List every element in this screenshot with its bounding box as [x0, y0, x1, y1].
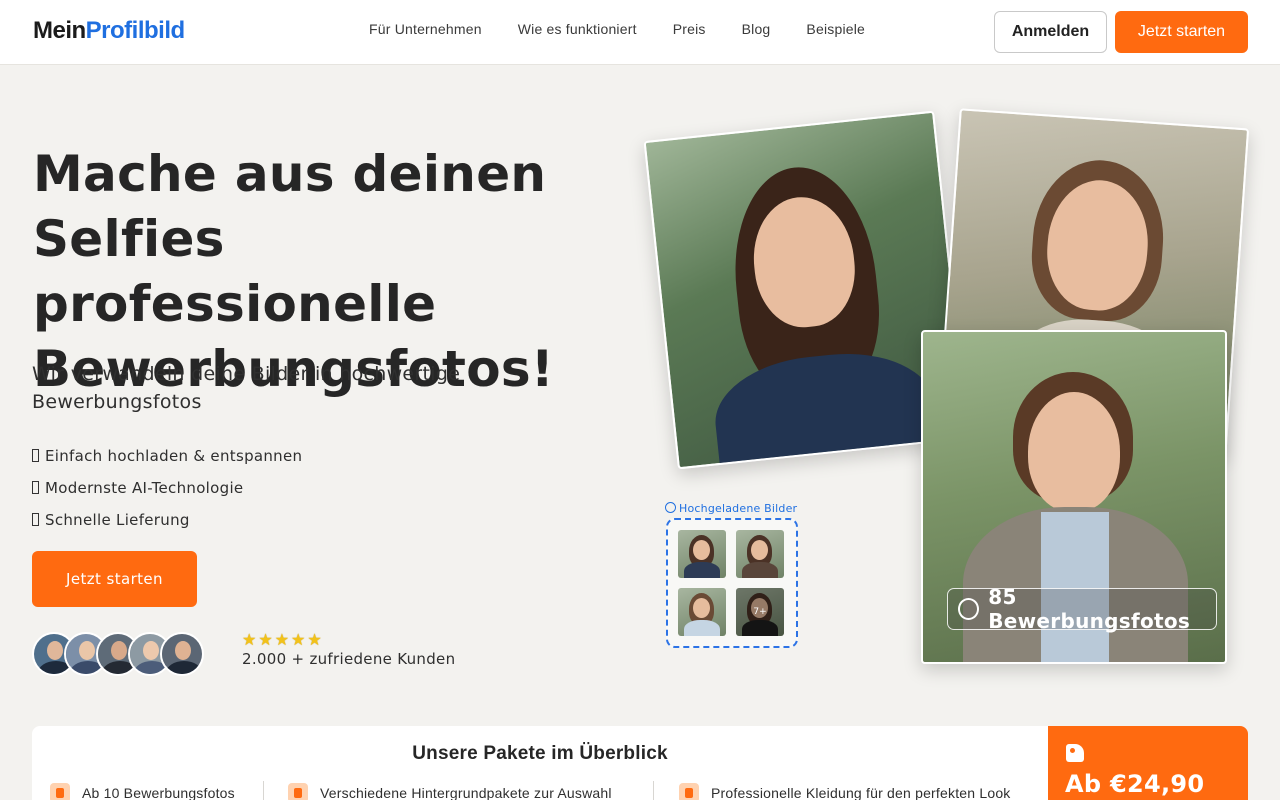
- divider: [263, 781, 264, 800]
- example-photo-1: [643, 110, 969, 470]
- logo[interactable]: MeinProfilbild: [33, 17, 185, 45]
- nav-link-wie-es-funktioniert[interactable]: Wie es funktioniert: [518, 21, 637, 37]
- price-box[interactable]: Ab €24,90: [1048, 726, 1248, 800]
- download-icon: [958, 598, 980, 620]
- packages-title: Unsere Pakete im Überblick: [412, 743, 668, 764]
- divider: [653, 781, 654, 800]
- packages-overview: Unsere Pakete im Überblick Ab 10 Bewerbu…: [32, 726, 1048, 800]
- uploaded-images-label: Hochgeladene Bilder: [665, 502, 797, 515]
- main-nav: Für Unternehmen Wie es funktioniert Prei…: [369, 21, 901, 37]
- photo-icon: [50, 783, 70, 800]
- uploaded-thumbnail-more: 7+: [736, 588, 784, 636]
- package-feature: Ab 10 Bewerbungsfotos: [50, 783, 235, 800]
- price-tag-icon: [1066, 744, 1084, 762]
- rating-stars: ★★★★★: [242, 630, 324, 649]
- package-feature: Professionelle Kleidung für den perfekte…: [679, 783, 1011, 800]
- result-count-badge: 85 Bewerbungsfotos: [947, 585, 1217, 633]
- feature-icon: [32, 481, 39, 494]
- nav-link-preis[interactable]: Preis: [673, 21, 706, 37]
- background-icon: [288, 783, 308, 800]
- uploaded-thumbnail: [736, 530, 784, 578]
- upload-icon: [665, 502, 676, 513]
- feature-icon: [32, 513, 39, 526]
- feature-icon: [32, 449, 39, 462]
- customer-avatars: [32, 632, 207, 676]
- package-feature: Verschiedene Hintergrundpakete zur Auswa…: [288, 783, 612, 800]
- feature-list: Einfach hochladen & entspannen Modernste…: [32, 440, 302, 536]
- clothing-icon: [679, 783, 699, 800]
- uploaded-images-box: 7+: [666, 518, 798, 648]
- hero-subtitle: Wir verwandeln deine Bilder in hochwerti…: [32, 363, 461, 413]
- nav-link-unternehmen[interactable]: Für Unternehmen: [369, 21, 482, 37]
- avatar: [160, 632, 204, 676]
- feature-item: Modernste AI-Technologie: [32, 472, 302, 504]
- feature-item: Schnelle Lieferung: [32, 504, 302, 536]
- customer-count: 2.000 + zufriedene Kunden: [242, 650, 456, 668]
- login-button[interactable]: Anmelden: [994, 11, 1107, 53]
- start-button-hero[interactable]: Jetzt starten: [32, 551, 197, 607]
- price-label: Ab €24,90: [1065, 770, 1205, 798]
- feature-item: Einfach hochladen & entspannen: [32, 440, 302, 472]
- start-button-header[interactable]: Jetzt starten: [1115, 11, 1248, 53]
- uploaded-thumbnail: [678, 588, 726, 636]
- nav-link-beispiele[interactable]: Beispiele: [806, 21, 865, 37]
- uploaded-thumbnail: [678, 530, 726, 578]
- site-header: MeinProfilbild Für Unternehmen Wie es fu…: [0, 0, 1280, 65]
- nav-link-blog[interactable]: Blog: [742, 21, 771, 37]
